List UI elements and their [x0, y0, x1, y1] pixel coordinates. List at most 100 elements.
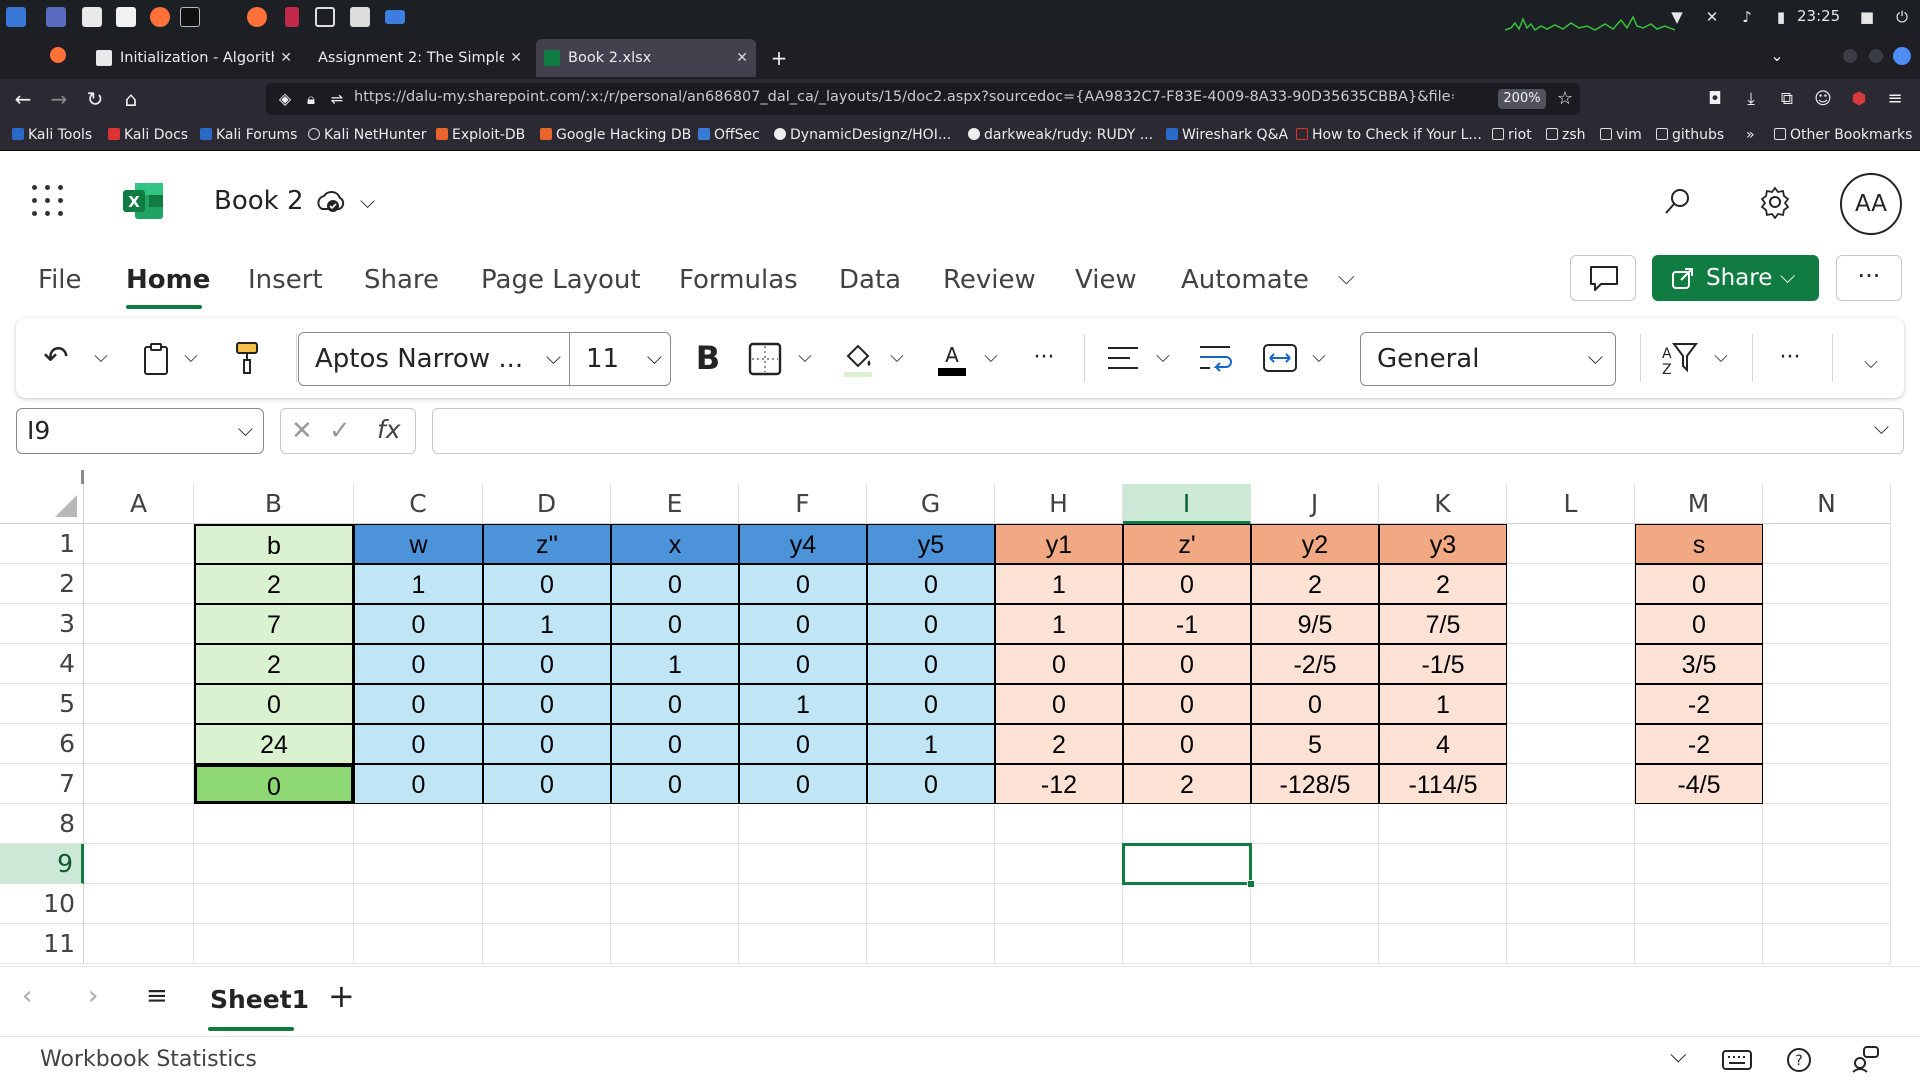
app-window-icon[interactable] — [285, 7, 299, 27]
bookmark-item[interactable]: Kali Docs — [108, 125, 188, 145]
column-header-l[interactable]: L — [1507, 484, 1635, 524]
empty-cell[interactable] — [611, 884, 739, 924]
header-cell[interactable]: y1 — [995, 524, 1123, 564]
empty-cell[interactable] — [1251, 844, 1379, 884]
column-header-k[interactable]: K — [1379, 484, 1507, 524]
bookmark-item[interactable]: Kali Forums — [200, 125, 297, 145]
tab-view[interactable]: View — [1075, 265, 1137, 295]
empty-cell[interactable] — [84, 684, 194, 724]
empty-cell[interactable] — [1763, 724, 1891, 764]
empty-cell[interactable] — [739, 884, 867, 924]
empty-cell[interactable] — [84, 884, 194, 924]
data-cell[interactable]: 0 — [611, 684, 739, 724]
header-cell[interactable]: y3 — [1379, 524, 1507, 564]
reload-icon[interactable]: ↻ — [82, 86, 108, 112]
column-header-n[interactable]: N — [1763, 484, 1891, 524]
empty-cell[interactable] — [1635, 884, 1763, 924]
data-cell[interactable]: 1 — [867, 724, 995, 764]
expand-ribbon-chevron-down-icon[interactable]: ⌵ — [1860, 348, 1882, 378]
row-header-10[interactable]: 10 — [0, 884, 84, 924]
sort-filter-icon[interactable]: Z A — [1660, 340, 1698, 378]
empty-cell[interactable] — [1507, 564, 1635, 604]
power-icon[interactable]: ⏻ — [1893, 8, 1911, 26]
data-cell[interactable]: 0 — [1123, 564, 1251, 604]
data-cell[interactable]: 0 — [867, 684, 995, 724]
data-cell[interactable]: 0 — [867, 604, 995, 644]
empty-cell[interactable] — [1763, 684, 1891, 724]
data-cell[interactable]: 0 — [867, 564, 995, 604]
undo-icon[interactable]: ↶ — [38, 338, 74, 378]
home-icon[interactable]: ⌂ — [118, 86, 144, 112]
empty-cell[interactable] — [1507, 604, 1635, 644]
data-cell[interactable]: 0 — [354, 644, 483, 684]
status-chevron-down-icon[interactable]: ⌵ — [1670, 1043, 1687, 1068]
user-avatar[interactable]: AA — [1840, 173, 1902, 235]
workbook-statistics[interactable]: Workbook Statistics — [40, 1047, 257, 1072]
data-cell[interactable]: 1 — [739, 684, 867, 724]
data-cell[interactable]: 0 — [483, 684, 611, 724]
data-cell[interactable]: -2/5 — [1251, 644, 1379, 684]
row-header-9[interactable]: 9 — [0, 844, 84, 884]
ublock-icon[interactable]: ⬢ — [1846, 86, 1872, 112]
empty-cell[interactable] — [1507, 844, 1635, 884]
data-cell[interactable]: -2 — [1635, 684, 1763, 724]
browser-tab-initialization[interactable]: Initialization - Algorithms ✕ — [88, 39, 300, 77]
empty-cell[interactable] — [354, 924, 483, 964]
row-header-3[interactable]: 3 — [0, 604, 84, 644]
app-launcher-icon[interactable] — [32, 185, 64, 217]
name-box[interactable]: I9 ⌵ — [16, 408, 264, 454]
empty-cell[interactable] — [611, 844, 739, 884]
saved-status-icon[interactable] — [316, 189, 346, 215]
data-cell[interactable]: 0 — [354, 764, 483, 804]
data-cell[interactable]: -12 — [995, 764, 1123, 804]
empty-cell[interactable] — [1763, 564, 1891, 604]
data-cell[interactable]: 0 — [354, 724, 483, 764]
previous-sheet-icon[interactable]: ‹ — [22, 981, 32, 1011]
column-header-d[interactable]: D — [483, 484, 611, 524]
data-cell[interactable]: 0 — [1123, 724, 1251, 764]
empty-cell[interactable] — [995, 884, 1123, 924]
empty-cell[interactable] — [1379, 804, 1507, 844]
empty-cell[interactable] — [1507, 724, 1635, 764]
help-icon[interactable]: ? — [1786, 1047, 1812, 1073]
tab-share[interactable]: Share — [364, 265, 439, 295]
column-header-g[interactable]: G — [867, 484, 995, 524]
data-cell[interactable]: 0 — [1123, 644, 1251, 684]
permissions-icon[interactable]: ⇌ — [324, 86, 350, 112]
bookmark-item[interactable]: Google Hacking DB — [540, 125, 691, 145]
shield-icon[interactable]: ◈ — [272, 86, 298, 112]
maximize-window-icon[interactable] — [1869, 49, 1883, 63]
empty-cell[interactable] — [354, 884, 483, 924]
data-cell[interactable]: 4 — [1379, 724, 1507, 764]
align-icon[interactable] — [1106, 344, 1140, 372]
data-cell[interactable]: 0 — [483, 724, 611, 764]
header-cell[interactable]: x — [611, 524, 739, 564]
empty-cell[interactable] — [1379, 844, 1507, 884]
terminal-window-icon[interactable] — [350, 7, 370, 27]
close-tab-icon[interactable]: ✕ — [510, 39, 522, 77]
data-cell[interactable]: 0 — [739, 644, 867, 684]
empty-cell[interactable] — [354, 804, 483, 844]
data-cell[interactable]: -114/5 — [1379, 764, 1507, 804]
empty-cell[interactable] — [1507, 804, 1635, 844]
bookmark-folder[interactable]: riot — [1492, 125, 1532, 145]
data-cell[interactable]: 0 — [611, 764, 739, 804]
bookmark-item[interactable]: Wireshark Q&A — [1166, 125, 1288, 145]
firefox-view-icon[interactable] — [50, 47, 66, 63]
data-cell[interactable]: 9/5 — [1251, 604, 1379, 644]
data-cell[interactable]: 2 — [194, 564, 354, 604]
data-cell[interactable]: 1 — [483, 604, 611, 644]
data-cell[interactable]: 2 — [995, 724, 1123, 764]
bookmark-item[interactable]: darkweak/rudy: RUDY ... — [968, 125, 1153, 145]
data-cell[interactable]: 0 — [194, 764, 354, 804]
empty-cell[interactable] — [1123, 804, 1251, 844]
more-commands-icon[interactable]: ··· — [1768, 338, 1812, 378]
empty-cell[interactable] — [84, 524, 194, 564]
number-format-dropdown[interactable]: General ⌵ — [1360, 332, 1616, 386]
minimize-window-icon[interactable] — [1843, 49, 1857, 63]
bookmark-item[interactable]: How to Check if Your L... — [1296, 125, 1482, 145]
excel-logo-icon[interactable]: X — [123, 181, 165, 221]
paste-chevron-down-icon[interactable]: ⌵ — [180, 342, 202, 372]
empty-cell[interactable] — [84, 644, 194, 684]
row-header-7[interactable]: 7 — [0, 764, 84, 804]
